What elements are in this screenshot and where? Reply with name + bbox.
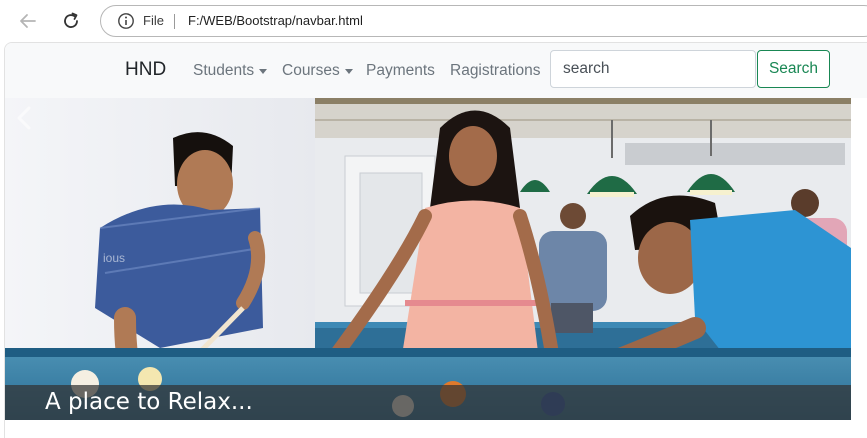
carousel-prev-icon[interactable] [5,98,45,138]
url-text[interactable]: F:/WEB/Bootstrap/navbar.html [188,13,363,28]
navbar-brand[interactable]: HND [125,59,166,81]
carousel-prev-label[interactable]: ious [103,251,125,265]
nav-courses-label: Courses [282,62,340,79]
page-viewport: HND Students Courses Payments Ragistrati… [4,42,867,438]
nav-registrations-link[interactable]: Ragistrations [450,62,540,80]
caret-down-icon [344,69,353,74]
nav-payments-link[interactable]: Payments [366,62,435,80]
navbar: HND Students Courses Payments Ragistrati… [5,43,867,98]
image-carousel: ious A place to Relax... [5,98,851,420]
carousel-caption: A place to Relax... [45,389,253,415]
search-button[interactable]: Search [757,50,830,88]
address-divider [174,14,175,29]
nav-students-dropdown[interactable]: Students [193,62,268,80]
back-button[interactable] [15,8,41,34]
reload-button[interactable] [58,8,84,34]
caret-down-icon [259,69,268,74]
carousel-caption-bar: A place to Relax... [5,385,851,420]
info-icon[interactable] [117,12,135,30]
nav-students-label: Students [193,62,255,79]
arrow-left-icon [20,14,36,28]
file-scheme-label: File [143,13,164,28]
address-bar[interactable]: File F:/WEB/Bootstrap/navbar.html [100,5,867,37]
nav-courses-dropdown[interactable]: Courses [282,62,353,80]
search-input[interactable] [550,50,756,88]
browser-toolbar: File F:/WEB/Bootstrap/navbar.html [0,0,867,42]
reload-icon [64,12,78,28]
carousel-photo [5,98,851,420]
